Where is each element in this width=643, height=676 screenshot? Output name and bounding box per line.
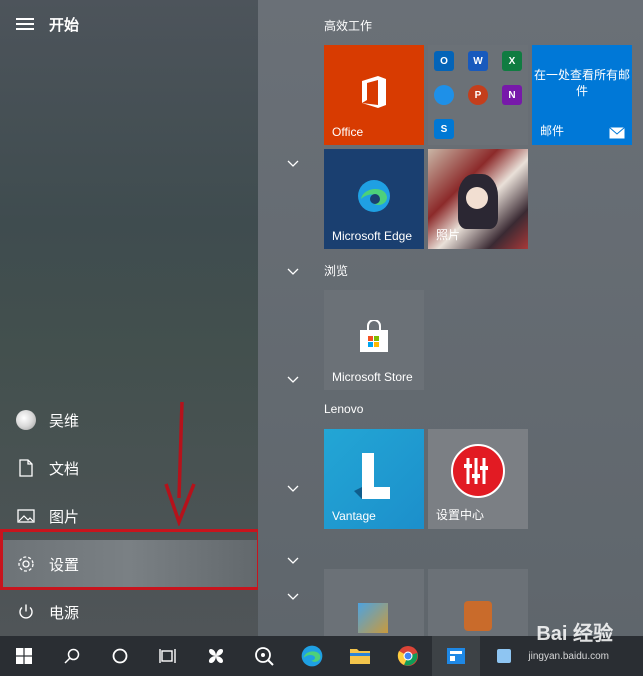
nav-documents-label: 文档 [49, 460, 80, 478]
task-view-icon [159, 649, 176, 663]
settings-highlight-box [0, 529, 260, 590]
tile-office[interactable]: Office [324, 45, 424, 145]
chevron-down-icon[interactable] [287, 268, 299, 276]
search-icon [64, 648, 80, 664]
pinwheel-icon [208, 648, 224, 664]
tile-partial-app[interactable] [428, 569, 528, 636]
excel-icon: X [502, 51, 522, 71]
group-title-browse[interactable]: 浏览 [324, 262, 348, 279]
group-title-lenovo[interactable]: Lenovo [324, 402, 363, 416]
tile-vantage-label: Vantage [332, 509, 376, 523]
tile-store-label: Microsoft Store [332, 370, 413, 384]
tile-partial-winrar[interactable] [324, 569, 424, 636]
store-bag-icon [360, 320, 388, 352]
vantage-logo-icon [354, 453, 390, 499]
magnifier-app-icon [255, 647, 274, 666]
tile-settings-center-label: 设置中心 [436, 508, 485, 522]
mail-envelope-icon [609, 127, 625, 139]
edge-browser-icon [358, 180, 390, 212]
onedrive-icon [434, 85, 454, 105]
nav-documents[interactable]: 文档 [0, 444, 258, 492]
office-icon [362, 76, 386, 108]
taskbar-app[interactable] [480, 636, 528, 676]
tile-edge-label: Microsoft Edge [332, 229, 413, 243]
user-avatar-icon [15, 409, 37, 431]
tile-photos-label: 照片 [436, 228, 461, 242]
skype-icon: S [434, 119, 454, 139]
tile-vantage[interactable]: Vantage [324, 429, 424, 529]
tile-office-label: Office [332, 125, 364, 139]
hamburger-menu-icon[interactable] [16, 18, 34, 30]
onenote-icon: N [502, 85, 522, 105]
tile-office-apps-folder[interactable]: O W X P N S [428, 45, 528, 145]
start-title: 开始 [49, 17, 80, 34]
chrome-icon [397, 646, 418, 666]
tile-mail-headline: 在一处查看所有邮件 [533, 68, 630, 98]
chevron-down-icon[interactable] [287, 485, 299, 493]
group-title-productivity[interactable]: 高效工作 [324, 17, 372, 34]
task-view-button[interactable] [144, 636, 192, 676]
nav-power[interactable]: 电源 [0, 588, 258, 636]
taskbar-chrome[interactable] [384, 636, 432, 676]
document-icon [15, 457, 37, 479]
taskbar-active-app[interactable] [432, 636, 480, 676]
tile-microsoft-store[interactable]: Microsoft Store [324, 290, 424, 390]
edge-browser-icon [301, 645, 323, 667]
cortana-button[interactable] [96, 636, 144, 676]
outlook-icon: O [434, 51, 454, 71]
nav-power-label: 电源 [49, 604, 80, 622]
power-icon [15, 601, 37, 623]
chevron-down-icon[interactable] [287, 557, 299, 565]
windows-logo-icon [16, 648, 32, 664]
taskbar-search-app[interactable] [240, 636, 288, 676]
baidu-watermark: Bai 经验 [536, 623, 613, 645]
chevron-down-icon[interactable] [287, 376, 299, 384]
nav-user-label: 吴维 [49, 412, 80, 430]
search-button[interactable] [48, 636, 96, 676]
folder-icon [350, 649, 370, 664]
powerpoint-icon: P [468, 85, 488, 105]
chevron-down-icon[interactable] [287, 160, 299, 168]
news-app-icon [447, 648, 465, 664]
picture-icon [15, 505, 37, 527]
chevron-down-icon[interactable] [287, 593, 299, 601]
app-icon [497, 649, 511, 663]
taskbar-file-explorer[interactable] [336, 636, 384, 676]
tile-settings-center[interactable]: 设置中心 [428, 429, 528, 529]
recycle-app-icon [464, 601, 492, 631]
cortana-icon [112, 648, 128, 664]
archive-app-icon [358, 603, 388, 633]
photo-thumbnail-face [466, 187, 488, 209]
nav-pictures-label: 图片 [49, 508, 80, 526]
word-icon: W [468, 51, 488, 71]
nav-user[interactable]: 吴维 [0, 396, 258, 444]
settings-center-icon [451, 444, 505, 498]
start-button[interactable] [0, 636, 48, 676]
tile-edge[interactable]: Microsoft Edge [324, 149, 424, 249]
tile-photos[interactable]: 照片 [428, 149, 528, 249]
tile-mail-label: 邮件 [540, 124, 565, 138]
taskbar-edge[interactable] [288, 636, 336, 676]
baidu-watermark-url: jingyan.baidu.com [528, 651, 609, 662]
red-arrow-annotation [164, 401, 196, 526]
tile-mail[interactable]: 在一处查看所有邮件 邮件 [532, 45, 632, 145]
taskbar-fan-app[interactable] [192, 636, 240, 676]
